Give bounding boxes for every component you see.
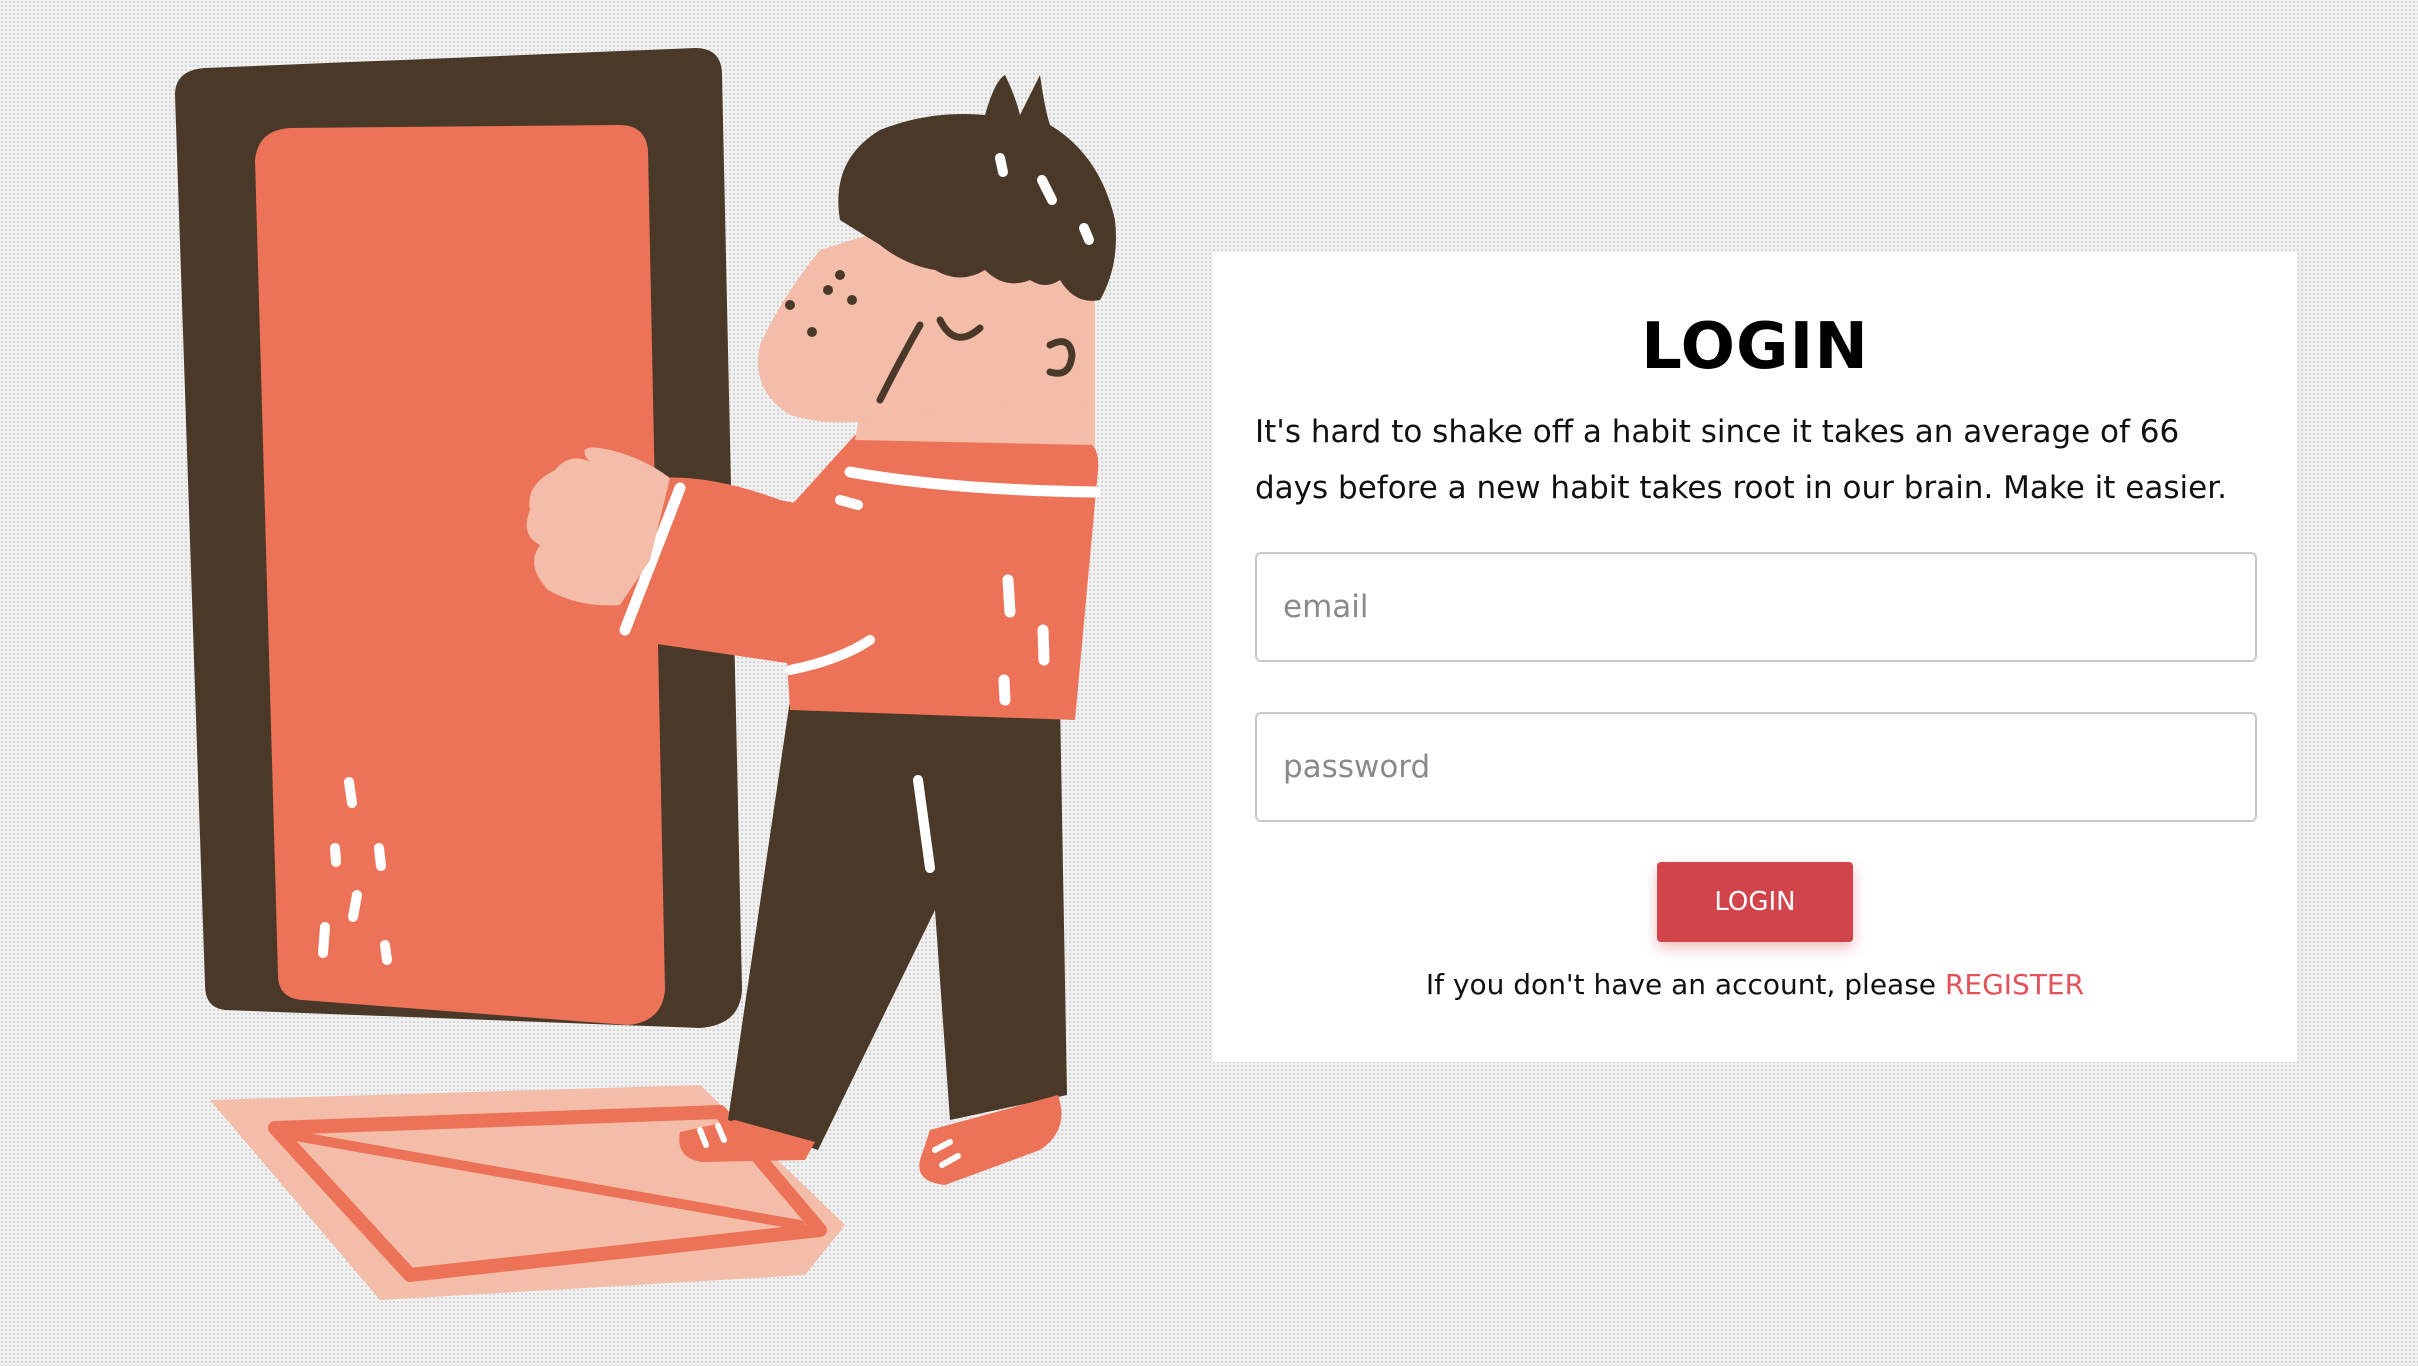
login-card: LOGIN It's hard to shake off a habit sin… — [1213, 252, 2297, 1062]
register-prompt: If you don't have an account, please REG… — [1255, 968, 2255, 1001]
page-title: LOGIN — [1641, 310, 1869, 384]
register-prompt-text: If you don't have an account, please — [1425, 968, 1937, 1001]
register-link[interactable]: REGISTER — [1945, 968, 2084, 1001]
person-opening-door-illustration — [175, 48, 1116, 1300]
email-field[interactable] — [1255, 552, 2257, 662]
login-description: It's hard to shake off a habit since it … — [1255, 414, 2227, 506]
password-field[interactable] — [1255, 712, 2257, 822]
login-button[interactable]: LOGIN — [1657, 862, 1853, 942]
